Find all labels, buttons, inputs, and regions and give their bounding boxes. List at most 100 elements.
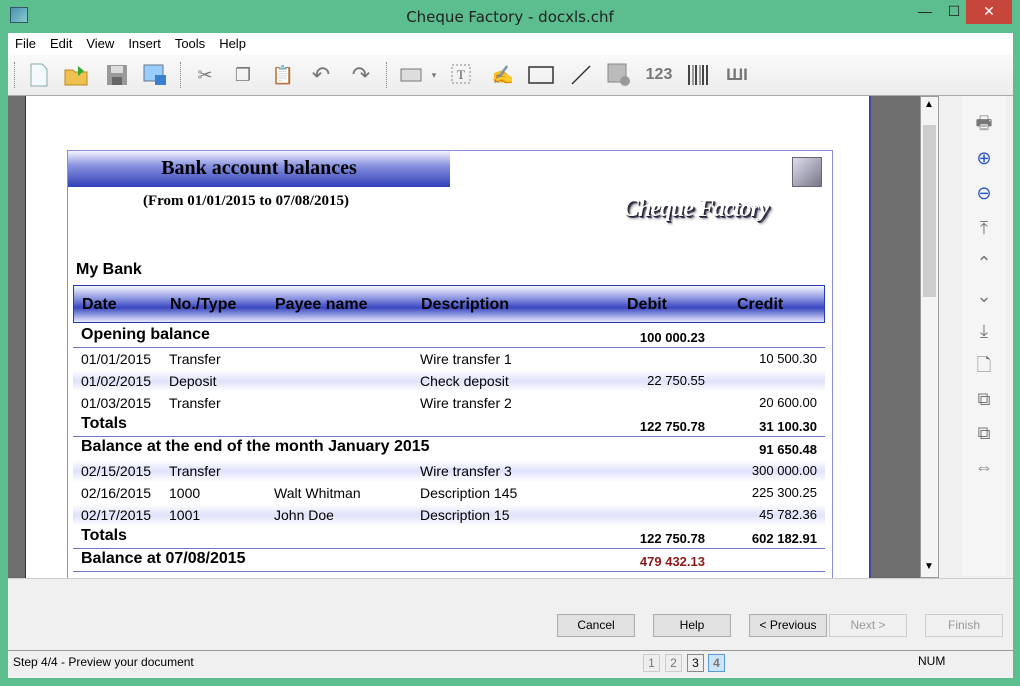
preview-area: Bank account balances (From 01/01/2015 t…	[8, 96, 920, 578]
scroll-up-icon[interactable]: ▲	[924, 99, 934, 110]
table-row: 01/02/2015 Deposit Check deposit 22 750.55	[73, 370, 825, 392]
save-icon[interactable]	[104, 62, 130, 88]
date-cell: 02/16/2015	[81, 485, 152, 501]
cut-icon[interactable]: ✂	[192, 62, 218, 88]
row-label: Opening balance	[81, 326, 210, 343]
credit-total: 31 100.30	[759, 419, 817, 434]
next-page-icon[interactable]: ⌄	[970, 283, 998, 309]
credit-cell: 300 000.00	[751, 463, 817, 478]
row-label: Totals	[81, 527, 127, 544]
insert-image-icon[interactable]	[606, 62, 632, 88]
date-cell: 02/15/2015	[81, 463, 152, 479]
new-document-icon[interactable]	[26, 62, 52, 88]
redo-icon[interactable]: ↷	[348, 62, 374, 88]
dropdown-arrow-icon[interactable]: ▾	[428, 62, 440, 88]
copy-icon[interactable]: ❐	[230, 62, 256, 88]
previous-page-icon[interactable]: ⌃	[970, 250, 998, 276]
step-2[interactable]: 2	[665, 654, 682, 672]
debit-cell: 22 750.55	[647, 373, 705, 388]
insert-cheque-icon[interactable]	[398, 62, 424, 88]
scroll-thumb[interactable]	[923, 125, 936, 297]
payee-cell: Walt Whitman	[274, 485, 361, 501]
row-label: Balance at the end of the month January …	[81, 438, 430, 455]
scroll-down-icon[interactable]: ▼	[924, 561, 934, 572]
step-1[interactable]: 1	[643, 654, 660, 672]
column-date: Date	[82, 296, 117, 313]
vertical-scrollbar[interactable]: ▲ ▼	[920, 96, 939, 578]
type-cell: Transfer	[169, 463, 221, 479]
column-debit: Debit	[627, 296, 667, 313]
cheque-icon	[792, 157, 822, 187]
report: Bank account balances (From 01/01/2015 t…	[67, 150, 833, 578]
line-icon[interactable]	[568, 62, 594, 88]
menu-insert[interactable]: Insert	[121, 33, 168, 54]
num-lock-indicator: NUM	[918, 654, 946, 668]
report-title: Bank account balances	[68, 151, 450, 187]
bank-name: My Bank	[76, 261, 142, 278]
two-pages-icon[interactable]: ⧉	[970, 386, 998, 412]
table-row: 02/17/2015 1001 John Doe Description 15 45 7…	[73, 504, 825, 526]
final-balance-value: 479 432.13	[639, 554, 705, 569]
zoom-out-icon[interactable]: ⊖	[970, 180, 998, 206]
page-width-icon[interactable]: ⇔	[970, 454, 998, 480]
menu-file[interactable]: File	[8, 33, 43, 54]
step-4[interactable]: 4	[708, 654, 725, 672]
open-folder-icon[interactable]	[64, 62, 90, 88]
row-label: Balance at 07/08/2015	[81, 550, 246, 567]
table-header: Date No./Type Payee name Description Deb…	[73, 285, 825, 323]
report-subtitle: (From 01/01/2015 to 07/08/2015)	[143, 193, 349, 209]
menu-bar: File Edit View Insert Tools Help	[8, 33, 1013, 54]
date-cell: 01/02/2015	[81, 373, 152, 389]
debit-total: 122 750.78	[639, 419, 705, 434]
print-icon[interactable]: 🖶	[970, 110, 998, 136]
date-cell: 02/17/2015	[81, 507, 152, 523]
undo-icon[interactable]: ↶	[308, 62, 334, 88]
toolbar: ✂ ❐ 📋 ↶ ↷ ▾ T ✍ 123 ШI	[8, 54, 1013, 96]
close-button[interactable]: ✕	[966, 0, 1012, 24]
table-row: 02/15/2015 Transfer Wire transfer 3 300 000…	[73, 460, 825, 482]
column-payee: Payee name	[275, 296, 368, 313]
previous-button[interactable]: < Previous	[749, 614, 827, 637]
status-bar: Step 4/4 - Preview your document 1 2 3 4…	[8, 650, 1013, 672]
table-row: 01/03/2015 Transfer Wire transfer 2 20 600.…	[73, 392, 825, 414]
description-cell: Wire transfer 2	[420, 395, 512, 411]
help-button[interactable]: Help	[653, 614, 731, 637]
type-cell: 1001	[169, 507, 201, 523]
menu-edit[interactable]: Edit	[43, 33, 79, 54]
cancel-button[interactable]: Cancel	[557, 614, 635, 637]
preview-tools-panel: 🖶 ⊕ ⊖ ⤒ ⌃ ⌄ ⤓ 🗋 ⧉ ⧉ ⇔	[962, 96, 1006, 576]
menu-view[interactable]: View	[79, 33, 121, 54]
cheque-factory-logo: Cheque Factory	[623, 196, 769, 222]
type-cell: Deposit	[169, 373, 217, 389]
credit-cell: 20 600.00	[759, 395, 817, 410]
debit-total: 122 750.78	[639, 531, 705, 546]
column-type: No./Type	[170, 296, 237, 313]
rectangle-icon[interactable]	[528, 62, 554, 88]
credit-cell: 45 782.36	[759, 507, 817, 522]
debit-value: 100 000.23	[639, 330, 705, 345]
finish-button[interactable]: Finish	[925, 614, 1003, 637]
insert-text-icon[interactable]: T	[449, 62, 475, 88]
credit-cell: 225 300.25	[751, 485, 817, 500]
paste-icon[interactable]: 📋	[270, 62, 296, 88]
zoom-in-icon[interactable]: ⊕	[970, 145, 998, 171]
column-description: Description	[421, 296, 510, 313]
multiple-pages-icon[interactable]: ⧉	[970, 420, 998, 446]
menu-help[interactable]: Help	[212, 33, 253, 54]
insert-signature-icon[interactable]: ✍	[490, 62, 516, 88]
next-button[interactable]: Next >	[829, 614, 907, 637]
menu-tools[interactable]: Tools	[168, 33, 212, 54]
table-row: 01/01/2015 Transfer Wire transfer 1 10 500.…	[73, 348, 825, 370]
balance-value: 91 650.48	[759, 442, 817, 457]
title-bar: Cheque Factory - docxls.chf — ☐ ✕	[0, 0, 1020, 33]
barcode-icon[interactable]	[686, 62, 712, 88]
save-image-icon[interactable]	[142, 62, 168, 88]
last-page-icon[interactable]: ⤓	[970, 318, 998, 344]
credit-cell: 10 500.30	[759, 351, 817, 366]
step-3[interactable]: 3	[687, 654, 704, 672]
insert-number-icon[interactable]: 123	[646, 62, 673, 88]
first-page-icon[interactable]: ⤒	[970, 215, 998, 241]
micr-icon[interactable]: ШI	[724, 62, 750, 88]
single-page-icon[interactable]: 🗋	[970, 352, 998, 378]
type-cell: Transfer	[169, 351, 221, 367]
